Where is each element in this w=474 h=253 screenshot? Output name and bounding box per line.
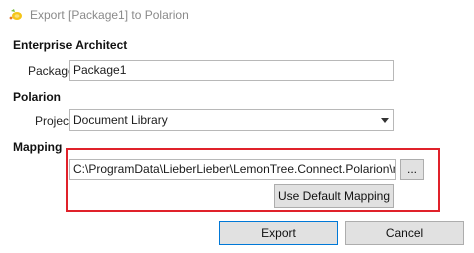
mapping-heading: Mapping xyxy=(13,140,63,154)
use-default-mapping-button[interactable]: Use Default Mapping xyxy=(274,184,394,208)
browse-button[interactable]: ... xyxy=(400,159,424,180)
project-dropdown[interactable]: Document Library xyxy=(69,109,394,131)
lemon-tree-app-icon xyxy=(8,7,24,23)
export-button[interactable]: Export xyxy=(219,221,338,245)
cancel-button[interactable]: Cancel xyxy=(345,221,464,245)
mapping-path-field[interactable]: C:\ProgramData\LieberLieber\LemonTree.Co… xyxy=(69,159,396,180)
enterprise-architect-heading: Enterprise Architect xyxy=(13,38,128,52)
chevron-down-icon xyxy=(381,118,389,123)
polarion-heading: Polarion xyxy=(13,90,62,104)
export-dialog: Export [Package1] to Polarion Enterprise… xyxy=(0,0,474,253)
window-title: Export [Package1] to Polarion xyxy=(30,8,189,22)
project-selected-value: Document Library xyxy=(73,113,168,127)
package-field[interactable]: Package1 xyxy=(69,60,394,81)
title-bar: Export [Package1] to Polarion xyxy=(0,0,474,30)
